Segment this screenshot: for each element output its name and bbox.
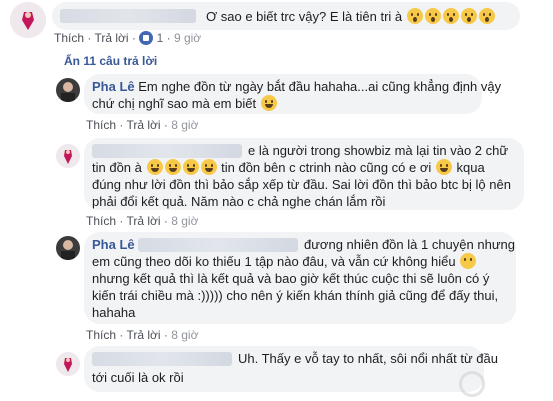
- timestamp[interactable]: 8 giờ: [171, 214, 198, 228]
- laugh-emoji-icon: [164, 159, 181, 175]
- blurred-name: [138, 238, 298, 252]
- comment-line: e là người trong showbiz mà lại tin vào …: [248, 143, 509, 158]
- wow-emoji-icon: [406, 8, 423, 24]
- laugh-emoji-icon: [182, 159, 199, 175]
- comment-line: tin đồn bên c ctrinh nào cũng có e ơi: [221, 160, 432, 175]
- reply-button[interactable]: Trả lời: [126, 328, 160, 342]
- comment-text: nhưng kết quả thì là kết quả và bao giờ …: [92, 270, 489, 287]
- wow-emoji-icon: [478, 8, 495, 24]
- comment-text: Uh. Thấy e vỗ tay to nhất, sôi nổi nhất …: [238, 350, 498, 367]
- comment-text-body: Ơ sao e biết trc vậy? E là tiên tri à: [206, 9, 403, 24]
- comment-line: Em nghe đồn từ ngày bắt đầu hahaha...ai …: [138, 79, 502, 94]
- avatar[interactable]: [10, 2, 46, 38]
- laugh-emoji-icon: [200, 159, 217, 175]
- like-button[interactable]: Thích: [86, 328, 116, 342]
- comment-actions: Thích · Trả lời · 8 giờ: [86, 118, 199, 132]
- comment-text: phải đổi kết quả. Năm nào c chả nghe chá…: [92, 193, 385, 210]
- comment-line: kqua: [456, 160, 485, 175]
- author-name[interactable]: Pha Lê: [92, 237, 135, 252]
- comment-line: đương nhiên đồn là 1 chuyện nhưng: [304, 237, 515, 252]
- comment-text: tin đồn à tin đồn bên c ctrinh nào cũng …: [92, 159, 485, 176]
- comment-text: chứ chị nghĩ sao mà em biết: [92, 95, 278, 112]
- avatar[interactable]: [56, 352, 80, 376]
- comment-line: em cũng theo dõi ko thiếu 1 tập nào đâu,…: [92, 254, 456, 269]
- like-button[interactable]: Thích: [86, 214, 116, 228]
- reply-button[interactable]: Trả lời: [94, 31, 128, 45]
- comment-line: kiến trái chiều mà :))))) cho nên ý kiến…: [92, 288, 499, 303]
- laugh-emoji-icon: [146, 159, 163, 175]
- comment-text: e là người trong showbiz mà lại tin vào …: [248, 142, 508, 159]
- like-badge-icon[interactable]: [139, 31, 154, 45]
- wow-emoji-icon: [424, 8, 441, 24]
- comment-text: đương nhiên đồn là 1 chuyện nhưng: [304, 236, 515, 253]
- comment-line: tin đồn à: [92, 160, 142, 175]
- comment-actions: Thích · Trả lời · 8 giờ: [86, 328, 199, 342]
- comment-line: Uh. Thấy e vỗ tay to nhất, sôi nổi nhất …: [238, 351, 498, 366]
- like-count[interactable]: 1: [157, 31, 164, 45]
- hide-replies-label[interactable]: Ẩn 11 câu trả lời: [64, 54, 157, 68]
- reply-button[interactable]: Trả lời: [126, 118, 160, 132]
- comment-line: đúng như lời đồn thì bảo sắp xếp từ đầu.…: [92, 177, 511, 192]
- like-button[interactable]: Thích: [86, 118, 116, 132]
- comment-actions: Thích · Trả lời · 8 giờ: [86, 214, 199, 228]
- comment-text: hahaha: [92, 304, 135, 321]
- watermark-logo: [459, 371, 485, 397]
- comment-text: kiến trái chiều mà :))))) cho nên ý kiến…: [92, 287, 498, 304]
- comment-text: Pha Lê: [92, 236, 135, 253]
- avatar[interactable]: [56, 78, 80, 102]
- blurred-name: [92, 144, 242, 158]
- hide-replies-link[interactable]: Ẩn 11 câu trả lời: [64, 54, 157, 68]
- like-button[interactable]: Thích: [54, 31, 84, 45]
- comment-text: đúng như lời đồn thì bảo sắp xếp từ đầu.…: [92, 176, 511, 193]
- comment-line: chứ chị nghĩ sao mà em biết: [92, 96, 257, 111]
- comment-line: phải đổi kết quả. Năm nào c chả nghe chá…: [92, 194, 386, 209]
- comment-text: tới cuối là ok rồi: [92, 369, 184, 386]
- blurred-name: [60, 9, 196, 23]
- reply-button[interactable]: Trả lời: [126, 214, 160, 228]
- comment-line: hahaha: [92, 305, 136, 320]
- blurred-name: [92, 352, 232, 366]
- wow-emoji-icon: [460, 8, 477, 24]
- avatar[interactable]: [56, 144, 80, 168]
- smile-emoji-icon: [460, 253, 477, 269]
- comment-text: em cũng theo dõi ko thiếu 1 tập nào đâu,…: [92, 253, 477, 270]
- timestamp[interactable]: 9 giờ: [174, 31, 201, 45]
- laugh-emoji-icon: [260, 95, 277, 111]
- comment-text: Ơ sao e biết trc vậy? E là tiên tri à: [206, 8, 496, 25]
- timestamp[interactable]: 8 giờ: [171, 118, 198, 132]
- avatar[interactable]: [56, 236, 80, 260]
- wow-emoji-icon: [442, 8, 459, 24]
- comment-text: Pha Lê Em nghe đồn từ ngày bắt đầu hahah…: [92, 78, 501, 95]
- comment-line: tới cuối là ok rồi: [92, 370, 184, 385]
- laugh-emoji-icon: [435, 159, 452, 175]
- author-name[interactable]: Pha Lê: [92, 79, 135, 94]
- comment-actions: Thích · Trả lời · 1 · 9 giờ: [54, 31, 202, 45]
- timestamp[interactable]: 8 giờ: [171, 328, 198, 342]
- comment-line: nhưng kết quả thì là kết quả và bao giờ …: [92, 271, 490, 286]
